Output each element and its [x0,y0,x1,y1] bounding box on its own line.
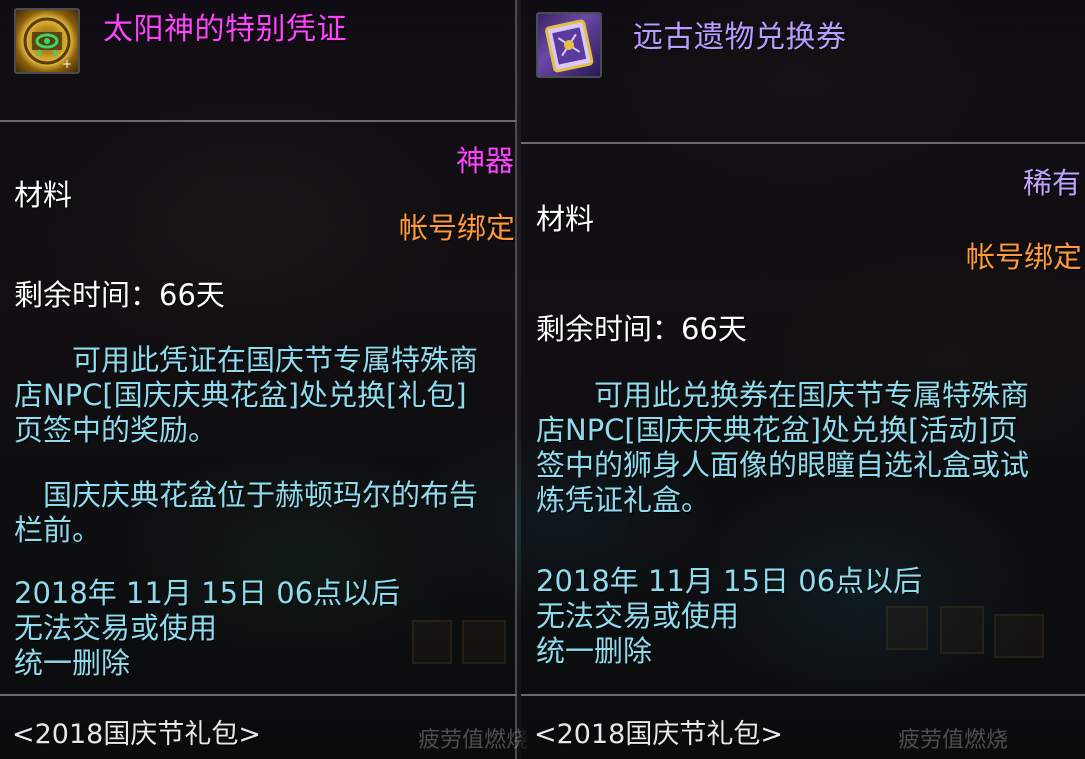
binding-label-left: 帐号绑定 [398,211,515,245]
item-source-right: <2018国庆节礼包> [534,719,783,750]
description-right-1: 可用此兑换券在国庆节专属特殊商店NPC[国庆庆典花盆]处兑换[活动]页签中的狮身… [536,378,1030,517]
svg-text:+: + [62,57,72,71]
rarity-label-right: 稀有 [1022,166,1081,200]
bg-fatigue-text-right: 疲劳值燃烧 [898,728,1009,753]
rarity-label-left: 神器 [455,144,514,178]
sun-token-icon: + [14,8,80,74]
item-type-left: 材料 [14,178,73,212]
description-left-2: 国庆庆典花盆位于赫顿玛尔的布告栏前。 [14,478,479,547]
binding-label-right: 帐号绑定 [965,240,1082,274]
divider-left-bottom [0,694,517,696]
relic-voucher-icon [536,12,602,78]
remaining-time-right: 剩余时间：66天 [536,312,747,346]
expiry-restriction-right: 无法交易或使用 [536,599,740,633]
expiry-delete-right: 统一删除 [536,634,653,668]
expiry-restriction-left: 无法交易或使用 [14,611,218,645]
item-type-right: 材料 [536,202,595,236]
description-left-1: 可用此凭证在国庆节专属特殊商店NPC[国庆庆典花盆]处兑换[礼包]页签中的奖励。 [14,343,479,447]
expiry-delete-left: 统一删除 [14,646,131,680]
bg-fatigue-text-left: 疲劳值燃烧 [418,728,529,753]
item-source-left: <2018国庆节礼包> [12,719,261,750]
divider-right-top [521,142,1085,144]
item-name-left: 太阳神的特别凭证 [103,12,347,47]
item-name-right: 远古遗物兑换券 [633,20,847,55]
divider-right-bottom [521,694,1085,696]
divider-left-top [0,120,517,122]
expiry-date-left: 2018年 11月 15日 06点以后 [14,576,401,610]
remaining-time-left: 剩余时间：66天 [14,278,225,312]
expiry-date-right: 2018年 11月 15日 06点以后 [536,564,923,598]
